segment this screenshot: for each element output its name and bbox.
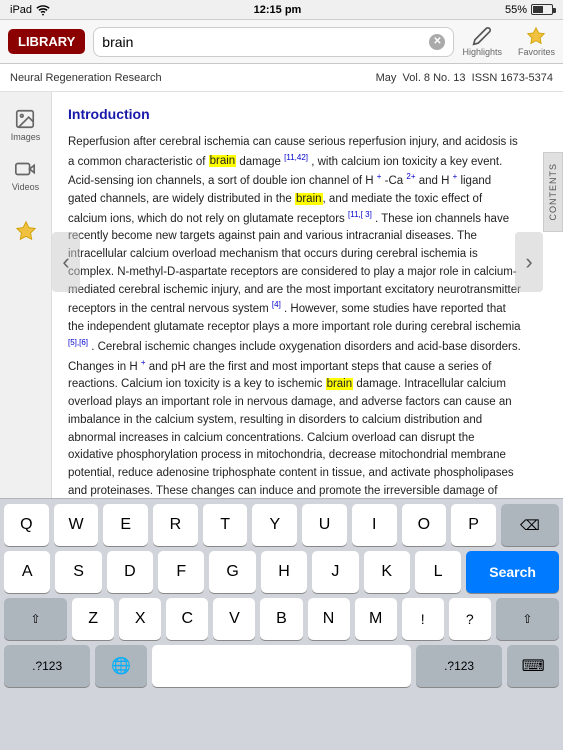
device-label: iPad [10,4,32,16]
key-l[interactable]: L [415,551,461,593]
key-p[interactable]: P [451,504,496,546]
key-h[interactable]: H [261,551,307,593]
article-content: Introduction Reperfusion after cerebral … [52,92,563,498]
keyboard-dismiss-key[interactable]: ⌨ [507,645,559,687]
shift-key[interactable]: ⇧ [4,598,67,640]
favorites-label: Favorites [518,47,555,57]
key-exclaim[interactable]: ! [402,598,444,640]
left-sidebar: Images Videos [0,92,52,498]
ref-11-42[interactable]: [11,42] [284,153,308,162]
key-n[interactable]: N [308,598,350,640]
key-e[interactable]: E [103,504,148,546]
prev-page-arrow[interactable]: ‹ [52,232,80,292]
article-body: Reperfusion after cerebral ischemia can … [68,134,523,498]
shift-key-right[interactable]: ⇧ [496,598,559,640]
numbers-key-right[interactable]: .?123 [416,645,502,687]
battery-icon [531,4,553,15]
contents-label: CONTENTS [548,163,558,221]
search-input[interactable] [102,34,429,50]
images-icon [14,108,36,130]
highlight-brain-1: brain [209,155,237,167]
nav-icon-group: Highlights Favorites [462,26,555,57]
key-y[interactable]: Y [252,504,297,546]
battery-fill [533,6,543,13]
key-t[interactable]: T [203,504,248,546]
spacebar[interactable] [152,645,411,687]
top-nav: LIBRARY ✕ Highlights Favorites [0,20,563,64]
key-z[interactable]: Z [72,598,114,640]
keyboard-row-2: A S D F G H J K L Search [4,551,559,593]
images-label: Images [11,132,41,142]
next-page-arrow[interactable]: › [515,232,543,292]
highlight-brain-2: brain [295,193,323,205]
journal-header: Neural Regeneration Research May Vol. 8 … [0,64,563,92]
key-g[interactable]: G [209,551,255,593]
sidebar-star-icon [15,220,37,242]
main-area: Images Videos Introduction Reperfusion a… [0,92,563,498]
key-q[interactable]: Q [4,504,49,546]
highlights-button[interactable]: Highlights [462,26,502,57]
ref-4[interactable]: [4] [272,300,281,309]
key-r[interactable]: R [153,504,198,546]
search-clear-button[interactable]: ✕ [429,34,445,50]
key-w[interactable]: W [54,504,99,546]
videos-icon [14,158,36,180]
favorites-button[interactable]: Favorites [518,26,555,57]
key-b[interactable]: B [260,598,302,640]
status-left: iPad [10,3,50,17]
sidebar-item-videos[interactable]: Videos [8,154,43,196]
ref-11-3[interactable]: [11,[ 3] [348,210,372,219]
numbers-key-left[interactable]: .?123 [4,645,90,687]
status-right: 55% [505,4,553,16]
status-bar: iPad 12:15 pm 55% [0,0,563,20]
star-icon [526,26,546,46]
article-heading: Introduction [68,104,523,126]
search-bar: ✕ [93,27,454,57]
library-button[interactable]: LIBRARY [8,29,85,54]
key-f[interactable]: F [158,551,204,593]
keyboard-row-bottom: .?123 🌐 .?123 ⌨ [4,645,559,687]
key-u[interactable]: U [302,504,347,546]
wifi-icon [36,3,50,17]
keyboard: Q W E R T Y U I O P ⌫ A S D F G H J K L … [0,498,563,750]
key-m[interactable]: M [355,598,397,640]
highlight-brain-3: brain [326,378,354,390]
ref-5-6[interactable]: [5],[6] [68,338,88,347]
key-o[interactable]: O [402,504,447,546]
key-x[interactable]: X [119,598,161,640]
delete-key[interactable]: ⌫ [501,504,559,546]
key-s[interactable]: S [55,551,101,593]
key-v[interactable]: V [213,598,255,640]
sidebar-item-star[interactable] [11,216,41,246]
highlights-label: Highlights [462,47,502,57]
key-k[interactable]: K [364,551,410,593]
journal-meta: May Vol. 8 No. 13 ISSN 1673-5374 [376,72,553,84]
search-button[interactable]: Search [466,551,559,593]
journal-title: Neural Regeneration Research [10,72,162,84]
sidebar-item-images[interactable]: Images [7,104,45,146]
keyboard-row-3: ⇧ Z X C V B N M ! ? ⇧ [4,598,559,640]
keyboard-row-1: Q W E R T Y U I O P ⌫ [4,504,559,546]
key-question[interactable]: ? [449,598,491,640]
globe-key[interactable]: 🌐 [95,645,147,687]
contents-tab[interactable]: CONTENTS [543,152,563,232]
key-i[interactable]: I [352,504,397,546]
status-time: 12:15 pm [254,4,302,16]
key-c[interactable]: C [166,598,208,640]
key-a[interactable]: A [4,551,50,593]
pencil-icon [472,26,492,46]
key-j[interactable]: J [312,551,358,593]
battery-percent: 55% [505,4,527,16]
videos-label: Videos [12,182,39,192]
key-d[interactable]: D [107,551,153,593]
